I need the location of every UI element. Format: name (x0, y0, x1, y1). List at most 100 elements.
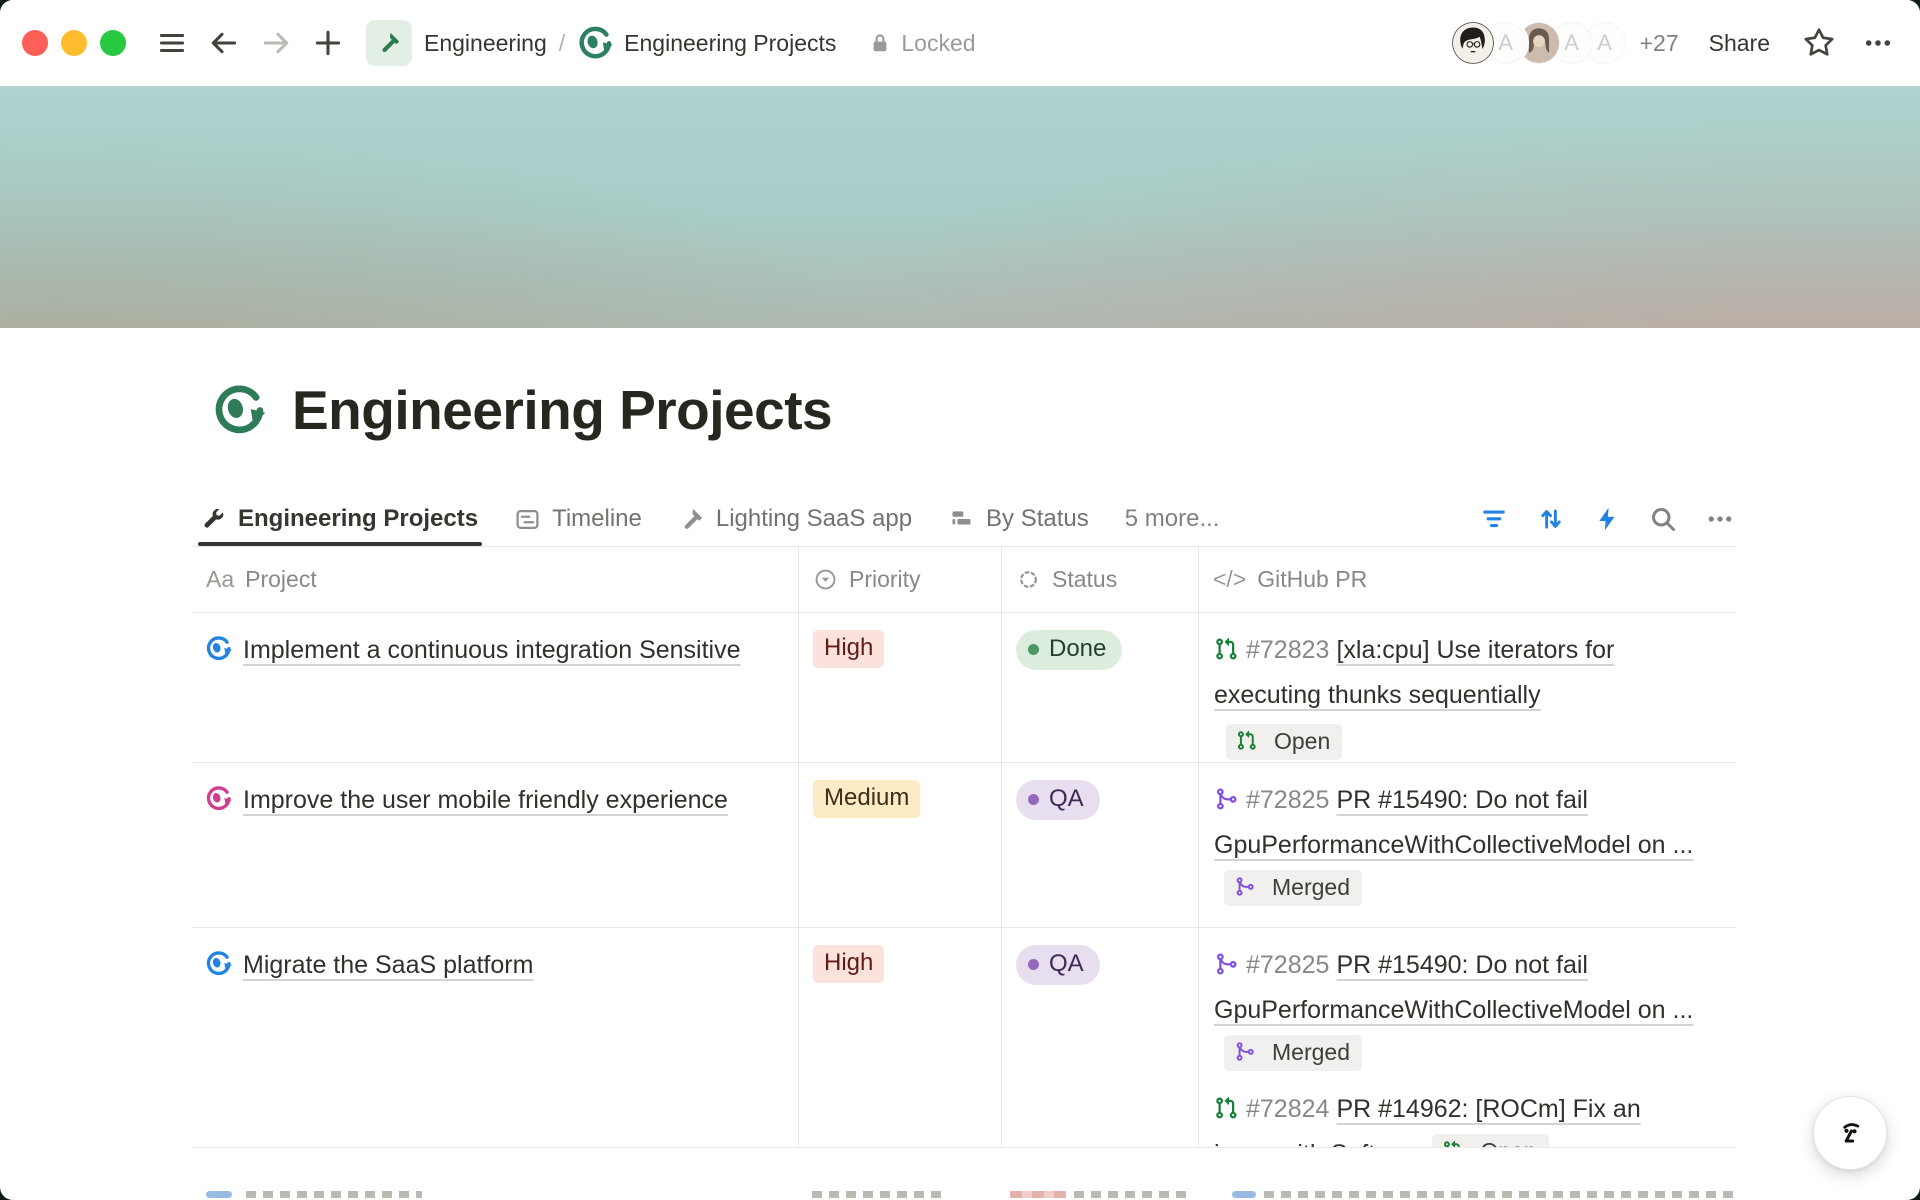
priority-cell[interactable]: Medium (798, 763, 1001, 927)
locked-indicator[interactable]: Locked (868, 30, 975, 57)
avatar[interactable] (1450, 20, 1496, 66)
page-header: Engineering Projects (212, 378, 832, 442)
close-window-button[interactable] (22, 30, 48, 56)
workspace-icon-chip[interactable] (366, 20, 412, 66)
hamburger-icon (157, 28, 187, 58)
cartoon-face-avatar-icon (1452, 22, 1494, 64)
priority-tag[interactable]: High (813, 630, 884, 668)
breadcrumb-separator: / (559, 30, 565, 57)
zoom-window-button[interactable] (100, 30, 126, 56)
priority-cell[interactable]: High (798, 928, 1001, 1147)
new-tab-button[interactable] (310, 25, 346, 61)
tab-engineering-projects[interactable]: Engineering Projects (200, 505, 478, 533)
hammer-icon (678, 506, 705, 533)
ellipsis-icon (1862, 27, 1894, 59)
clipped-row-text (1074, 1191, 1186, 1198)
code-property-icon: </> (1213, 566, 1246, 593)
minimize-window-button[interactable] (61, 30, 87, 56)
tab-label: Lighting SaaS app (716, 505, 912, 533)
pr-state-badge[interactable]: Open (1432, 1134, 1548, 1148)
status-dot (1028, 794, 1039, 805)
clipped-row-text (246, 1191, 422, 1198)
ellipsis-icon (1705, 504, 1735, 534)
priority-cell[interactable]: High (798, 613, 1001, 762)
collaborator-avatars[interactable]: A A A (1450, 20, 1628, 66)
project-cell[interactable]: Implement a continuous integration Sensi… (192, 613, 798, 762)
status-tag[interactable]: QA (1016, 945, 1100, 985)
filter-icon (1479, 504, 1509, 534)
page-title[interactable]: Engineering Projects (292, 378, 832, 442)
column-label: Status (1052, 566, 1117, 593)
status-label: QA (1049, 949, 1084, 979)
notion-ai-button[interactable] (1813, 1096, 1887, 1170)
database-table: Aa Project Priority Status </> GitHub PR… (192, 547, 1735, 1147)
pr-state-badge[interactable]: Merged (1224, 870, 1362, 906)
column-header-priority[interactable]: Priority (798, 547, 1001, 612)
tab-by-status[interactable]: By Status (948, 505, 1089, 533)
column-header-project[interactable]: Aa Project (192, 547, 798, 612)
column-label: Priority (849, 566, 921, 593)
git-pull-request-icon (1236, 730, 1257, 751)
automations-button[interactable] (1593, 505, 1621, 533)
clipped-row-icon (206, 1191, 232, 1198)
page-cover-image[interactable] (0, 86, 1920, 328)
status-cell[interactable]: QA (1001, 928, 1198, 1147)
pr-entry: #72823[xla:cpu] Use iterators for execut… (1214, 628, 1700, 762)
status-label: Done (1049, 634, 1106, 664)
project-link[interactable]: Migrate the SaaS platform (243, 951, 533, 979)
pr-number: #72825 (1246, 951, 1329, 979)
breadcrumb-page[interactable]: Engineering Projects (624, 30, 836, 57)
breadcrumb-workspace[interactable]: Engineering (424, 30, 547, 57)
forward-button[interactable] (258, 25, 294, 61)
favorite-button[interactable] (1802, 26, 1836, 60)
more-views-button[interactable]: 5 more... (1125, 505, 1220, 533)
project-page-icon (205, 785, 232, 812)
github-pr-cell[interactable]: #72825PR #15490: Do not fail GpuPerforma… (1198, 928, 1735, 1147)
select-property-icon (813, 567, 838, 592)
table-bottom-divider (192, 1147, 1735, 1148)
page-logo-icon (577, 25, 613, 61)
status-tag[interactable]: QA (1016, 780, 1100, 820)
locked-label: Locked (901, 30, 975, 57)
clipped-row-text (812, 1191, 942, 1198)
tab-timeline[interactable]: Timeline (514, 505, 642, 533)
arrow-left-icon (208, 27, 240, 59)
clipped-row-text (1264, 1191, 1735, 1198)
priority-tag[interactable]: Medium (813, 780, 920, 818)
topbar-more-button[interactable] (1862, 27, 1894, 59)
project-cell[interactable]: Improve the user mobile friendly experie… (192, 763, 798, 927)
title-property-icon: Aa (206, 566, 234, 593)
sort-button[interactable] (1536, 504, 1566, 534)
page-icon[interactable] (212, 383, 266, 437)
pr-entry: #72825PR #15490: Do not fail GpuPerforma… (1214, 778, 1700, 913)
clipped-next-row (192, 1188, 1735, 1200)
tab-lighting-saas-app[interactable]: Lighting SaaS app (678, 505, 912, 533)
github-pr-cell[interactable]: #72825PR #15490: Do not fail GpuPerforma… (1198, 763, 1735, 927)
avatar-overflow-count[interactable]: +27 (1640, 30, 1679, 57)
project-cell[interactable]: Migrate the SaaS platform (192, 928, 798, 1147)
github-pr-cell[interactable]: #72823[xla:cpu] Use iterators for execut… (1198, 613, 1735, 762)
view-tools (1479, 504, 1735, 534)
lock-icon (868, 31, 892, 55)
priority-tag[interactable]: High (813, 945, 884, 983)
column-label: GitHub PR (1257, 566, 1367, 593)
pr-state-badge[interactable]: Open (1226, 724, 1342, 760)
status-cell[interactable]: Done (1001, 613, 1198, 762)
share-button[interactable]: Share (1709, 30, 1770, 57)
search-button[interactable] (1648, 504, 1678, 534)
status-cell[interactable]: QA (1001, 763, 1198, 927)
column-header-status[interactable]: Status (1001, 547, 1198, 612)
status-tag[interactable]: Done (1016, 630, 1122, 670)
filter-button[interactable] (1479, 504, 1509, 534)
pr-number: #72825 (1246, 786, 1329, 814)
view-more-button[interactable] (1705, 504, 1735, 534)
timeline-card-icon (514, 506, 541, 533)
pr-entry: #72824PR #14962: [ROCm] Fix an issue wit… (1214, 1087, 1700, 1147)
pr-state-badge[interactable]: Merged (1224, 1035, 1362, 1071)
sidebar-toggle-button[interactable] (154, 25, 190, 61)
back-button[interactable] (206, 25, 242, 61)
project-link[interactable]: Improve the user mobile friendly experie… (243, 786, 728, 814)
column-header-github-pr[interactable]: </> GitHub PR (1198, 547, 1735, 612)
clipped-row-icon (1232, 1191, 1256, 1198)
project-link[interactable]: Implement a continuous integration Sensi… (243, 636, 741, 664)
